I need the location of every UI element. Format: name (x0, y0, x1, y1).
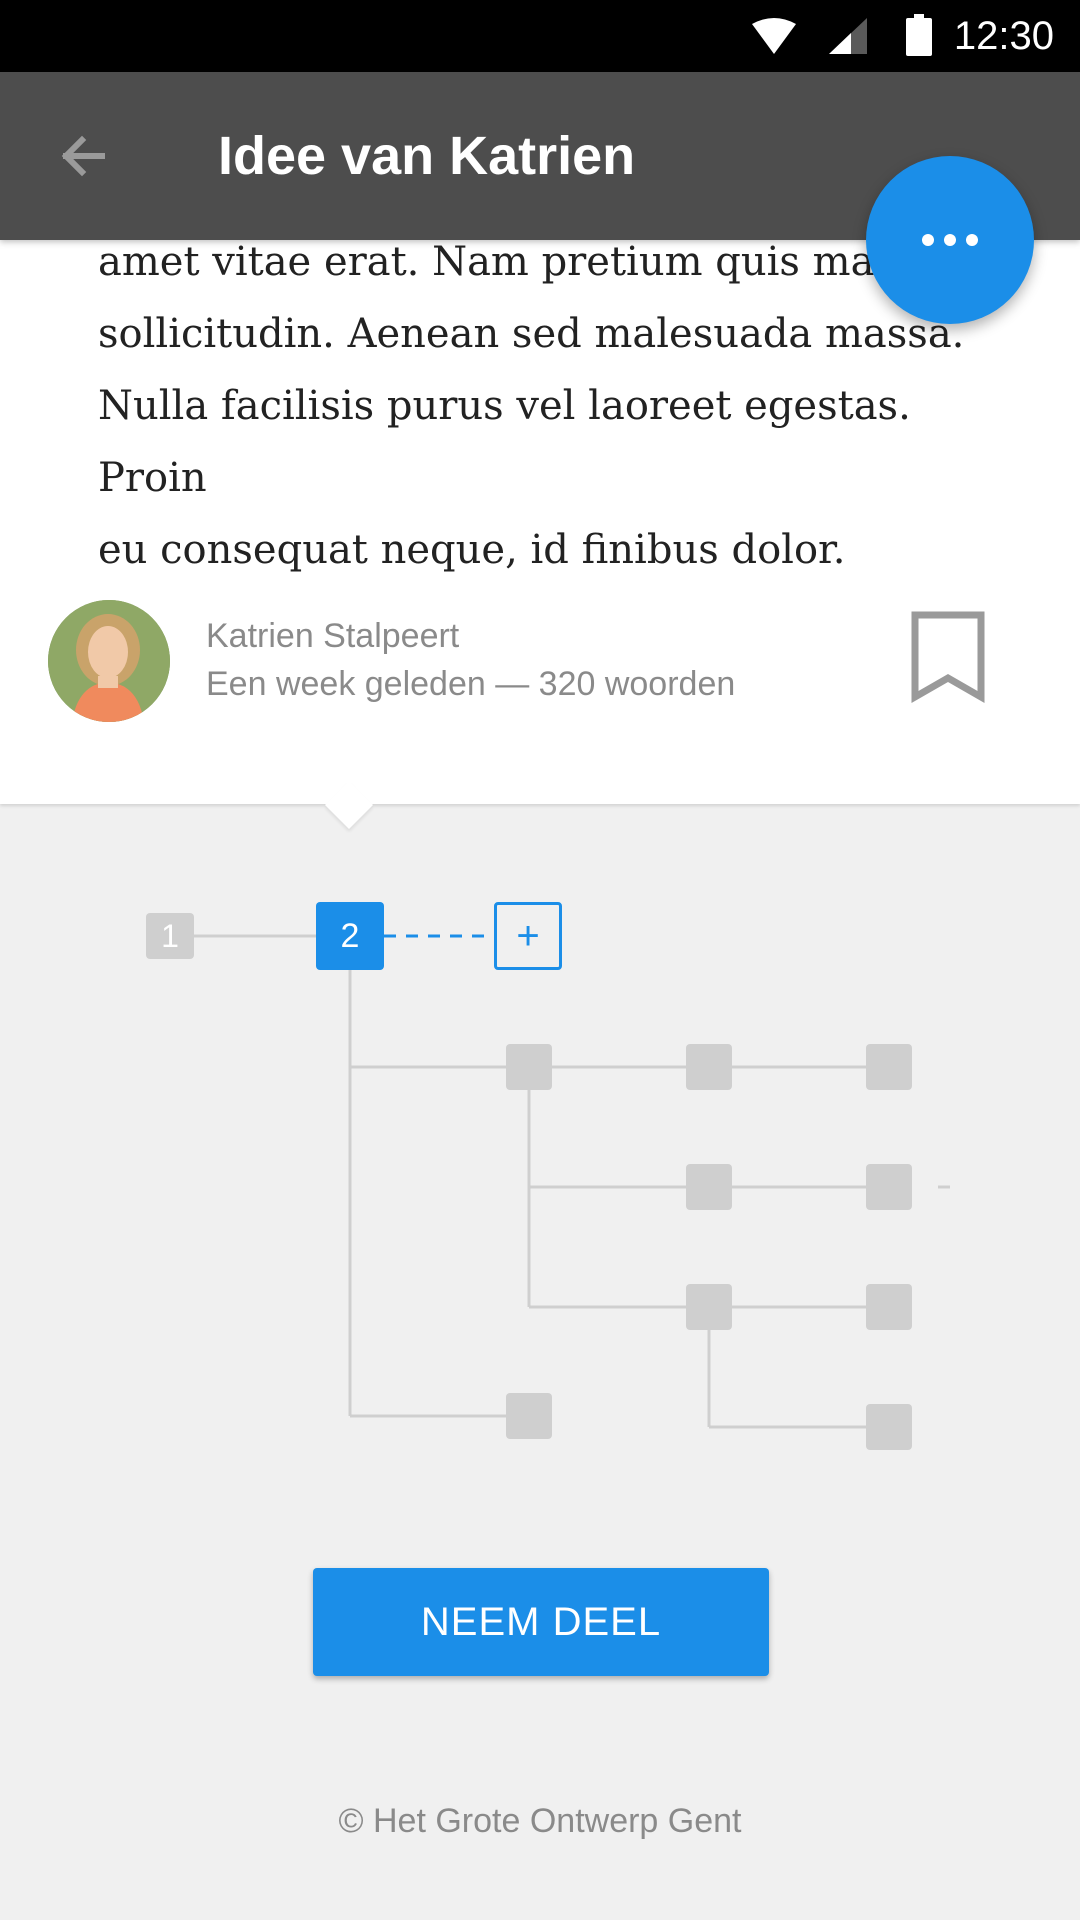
arrow-left-icon[interactable] (56, 128, 112, 184)
wifi-icon (752, 18, 796, 54)
clock: 12:30 (953, 14, 1054, 58)
author-name: Katrien Stalpeert (206, 617, 460, 655)
join-button-label: NEEM DEEL (420, 1599, 662, 1644)
page-title: Idee van Katrien (218, 126, 636, 186)
tree-node-label: 1 (161, 917, 179, 954)
battery-icon (906, 14, 932, 56)
author-meta: Een week geleden — 320 woorden (206, 665, 736, 703)
article-body: amet vitae erat. Nam pretium quis massa … (98, 226, 998, 586)
article-line: eu consequat neque, id finibus dolor. (98, 527, 846, 573)
tree-node-1[interactable]: 1 (146, 913, 194, 959)
article-line: sollicitudin. Aenean sed malesuada massa… (98, 311, 965, 357)
signal-icon (829, 18, 867, 54)
footer-copyright: © Het Grote Ontwerp Gent (338, 1802, 742, 1840)
avatar[interactable] (48, 600, 170, 722)
more-actions-button[interactable] (866, 156, 1034, 324)
bookmark-icon[interactable] (910, 610, 986, 704)
idea-card: amet vitae erat. Nam pretium quis massa … (0, 239, 1080, 804)
avatar-image (48, 600, 170, 722)
author-row: Katrien Stalpeert Een week geleden — 320… (0, 600, 1080, 722)
plus-icon: + (516, 913, 540, 958)
tree-node-label: 2 (340, 916, 360, 955)
status-bar: 12:30 (0, 0, 1080, 72)
article-line: Nulla facilisis purus vel laoreet egesta… (98, 383, 911, 501)
tree-connectors (194, 934, 950, 1450)
join-button[interactable]: NEEM DEEL (313, 1568, 769, 1676)
more-horizontal-icon (922, 234, 978, 246)
contribution-tree: 1 2 + (0, 880, 1080, 1480)
add-node-button[interactable]: + (494, 902, 562, 970)
tree-node-2[interactable]: 2 (316, 902, 384, 970)
